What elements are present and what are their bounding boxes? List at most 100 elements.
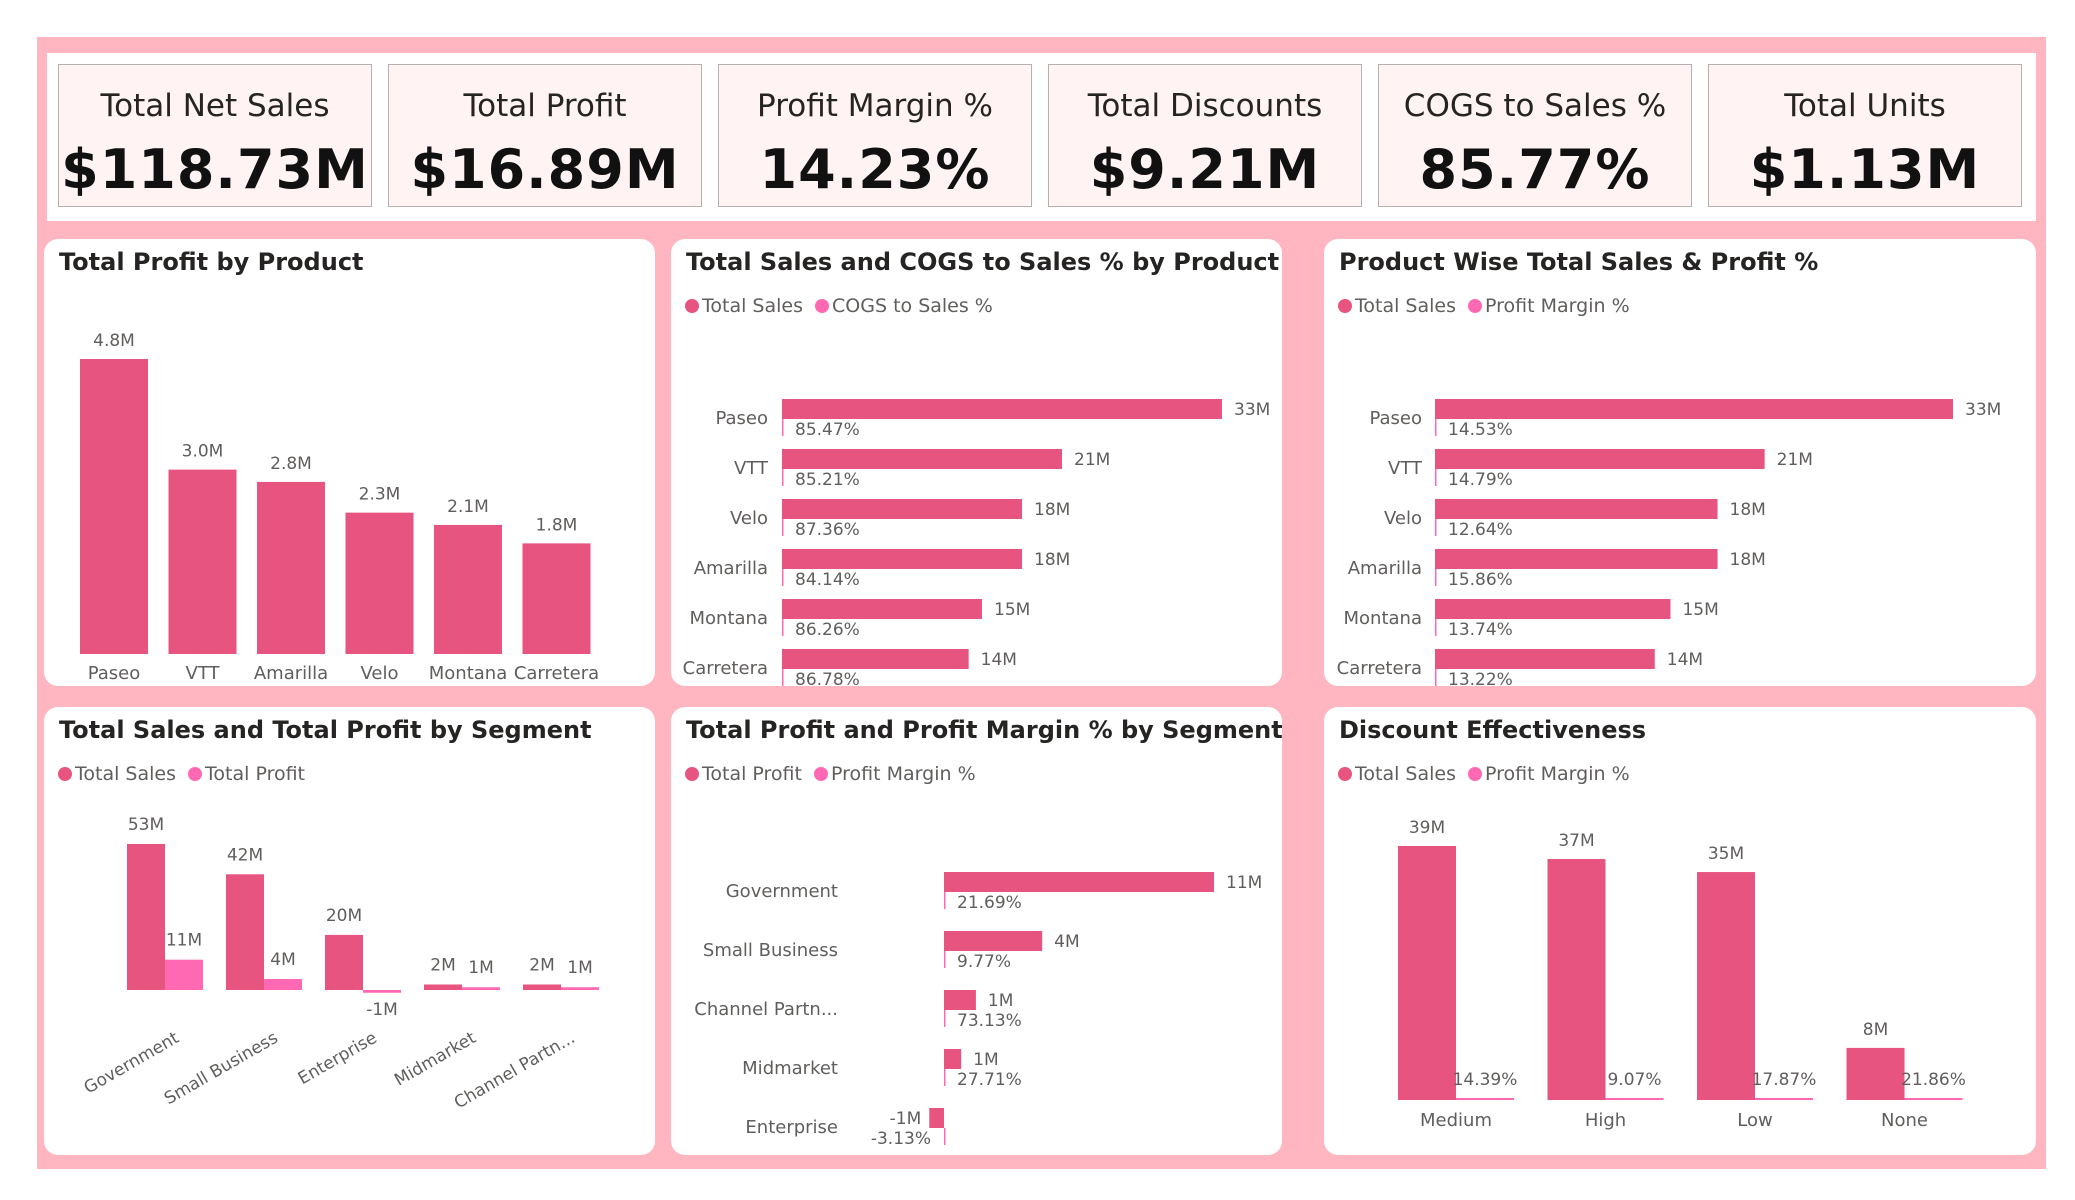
kpi-strip: Total Net Sales $118.73M Total Profit $1…: [47, 53, 2036, 221]
panel-sales-profit-pct-by-product[interactable]: Product Wise Total Sales & Profit % Tota…: [1324, 239, 2036, 686]
bar[interactable]: [944, 990, 976, 1010]
series-2-label: 84.14%: [795, 570, 860, 590]
kpi-card-total-profit[interactable]: Total Profit $16.89M: [388, 64, 702, 207]
bar[interactable]: [1435, 649, 1655, 669]
bar[interactable]: [944, 931, 1043, 951]
series-2-bar[interactable]: [363, 990, 401, 993]
series-2-marker[interactable]: [1435, 419, 1437, 436]
series-2-label: 13.22%: [1448, 670, 1513, 686]
series-2-marker[interactable]: [944, 1128, 946, 1145]
panel-sales-profit-by-segment[interactable]: Total Sales and Total Profit by Segment …: [44, 707, 655, 1155]
category-label: Montana: [1344, 608, 1422, 629]
series-2-marker[interactable]: [1435, 519, 1437, 536]
category-label: Paseo: [1369, 408, 1422, 429]
category-label: High: [1585, 1110, 1626, 1131]
category-label: Midmarket: [742, 1058, 838, 1079]
series-2-marker[interactable]: [944, 892, 946, 909]
bar[interactable]: [1846, 1047, 1905, 1100]
dashboard: Total Net Sales $118.73M Total Profit $1…: [37, 37, 2046, 1169]
discount-effectiveness-chart: 39M 14.39% Medium 37M 9.07% High 35M 17.87% Low 8…: [1398, 818, 1966, 1131]
bar[interactable]: [168, 469, 237, 654]
series-2-marker[interactable]: [1435, 619, 1437, 636]
series-2-bar[interactable]: [1755, 1098, 1813, 1100]
series-2-label: 87.36%: [795, 520, 860, 540]
series-2-marker[interactable]: [1435, 469, 1437, 486]
bar[interactable]: [345, 512, 414, 654]
bar[interactable]: [127, 844, 165, 990]
bar[interactable]: [522, 543, 591, 654]
series-2-marker[interactable]: [782, 469, 784, 486]
series-2-marker[interactable]: [782, 669, 784, 686]
series-2-bar[interactable]: [165, 959, 203, 990]
bar[interactable]: [434, 524, 502, 654]
category-label: Channel Partn...: [694, 999, 838, 1020]
bar[interactable]: [1435, 449, 1765, 469]
bar[interactable]: [226, 874, 264, 990]
data-label: 35M: [1708, 844, 1744, 864]
data-label: 1.8M: [536, 515, 578, 535]
bar[interactable]: [782, 549, 1022, 569]
bar[interactable]: [1435, 499, 1718, 519]
kpi-card-profit-margin[interactable]: Profit Margin % 14.23%: [718, 64, 1032, 207]
series-2-label: 14.79%: [1448, 470, 1513, 490]
data-label: 42M: [227, 845, 263, 865]
series-2-label: 86.26%: [795, 620, 860, 640]
kpi-card-net-sales[interactable]: Total Net Sales $118.73M: [58, 64, 372, 207]
bar[interactable]: [782, 499, 1022, 519]
data-label: 18M: [1730, 500, 1766, 520]
bar[interactable]: [1435, 549, 1718, 569]
bar[interactable]: [257, 481, 325, 654]
bar[interactable]: [782, 649, 969, 669]
series-2-marker[interactable]: [782, 569, 784, 586]
bar[interactable]: [424, 984, 462, 990]
panel-sales-cogs-by-product[interactable]: Total Sales and COGS to Sales % by Produ…: [671, 239, 1282, 686]
data-label: 18M: [1034, 550, 1070, 570]
data-label: 11M: [166, 931, 202, 951]
data-label: 4M: [270, 950, 295, 970]
bar[interactable]: [782, 399, 1222, 419]
series-2-bar[interactable]: [1605, 1098, 1664, 1100]
bar[interactable]: [80, 359, 148, 654]
kpi-card-total-units[interactable]: Total Units $1.13M: [1708, 64, 2022, 207]
series-2-bar[interactable]: [462, 987, 500, 990]
series-2-marker[interactable]: [944, 1010, 946, 1027]
series-2-marker[interactable]: [1435, 569, 1437, 586]
series-2-bar[interactable]: [1456, 1098, 1514, 1100]
kpi-value: 14.23%: [759, 138, 991, 201]
bar[interactable]: [1435, 399, 1953, 419]
bar[interactable]: [523, 984, 561, 990]
bar[interactable]: [1435, 599, 1671, 619]
category-label: Carretera: [1337, 658, 1422, 679]
bar[interactable]: [929, 1108, 944, 1128]
series-2-bar[interactable]: [561, 987, 599, 990]
series-2-label: 9.77%: [957, 952, 1011, 972]
category-label: Amarilla: [254, 663, 328, 684]
bar[interactable]: [944, 1049, 962, 1069]
series-2-bar[interactable]: [264, 978, 302, 990]
panel-profit-margin-by-segment[interactable]: Total Profit and Profit Margin % by Segm…: [671, 707, 1282, 1155]
series-2-marker[interactable]: [1435, 669, 1437, 686]
series-2-marker[interactable]: [944, 1069, 946, 1086]
bar[interactable]: [782, 449, 1062, 469]
panel-discount-effectiveness[interactable]: Discount Effectiveness Total Sales Profi…: [1324, 707, 2036, 1155]
data-label: 21M: [1074, 450, 1110, 470]
bar[interactable]: [944, 872, 1214, 892]
bar[interactable]: [1697, 872, 1755, 1100]
data-label: 2.3M: [359, 485, 401, 505]
bar[interactable]: [1547, 859, 1606, 1100]
category-label: Amarilla: [694, 558, 768, 579]
category-label: Paseo: [88, 663, 141, 684]
bar[interactable]: [1398, 846, 1456, 1100]
kpi-card-cogs-to-sales[interactable]: COGS to Sales % 85.77%: [1378, 64, 1692, 207]
kpi-card-total-discounts[interactable]: Total Discounts $9.21M: [1048, 64, 1362, 207]
series-2-marker[interactable]: [782, 619, 784, 636]
series-2-bar[interactable]: [1904, 1098, 1963, 1100]
series-2-marker[interactable]: [782, 419, 784, 436]
bar[interactable]: [782, 599, 982, 619]
series-2-marker[interactable]: [782, 519, 784, 536]
series-2-marker[interactable]: [944, 951, 946, 968]
category-label: Midmarket: [391, 1028, 480, 1091]
data-label: 4M: [1054, 932, 1079, 952]
bar[interactable]: [325, 934, 363, 990]
panel-profit-by-product[interactable]: Total Profit by Product 4.8M Paseo 3.0M VTT…: [44, 239, 655, 686]
